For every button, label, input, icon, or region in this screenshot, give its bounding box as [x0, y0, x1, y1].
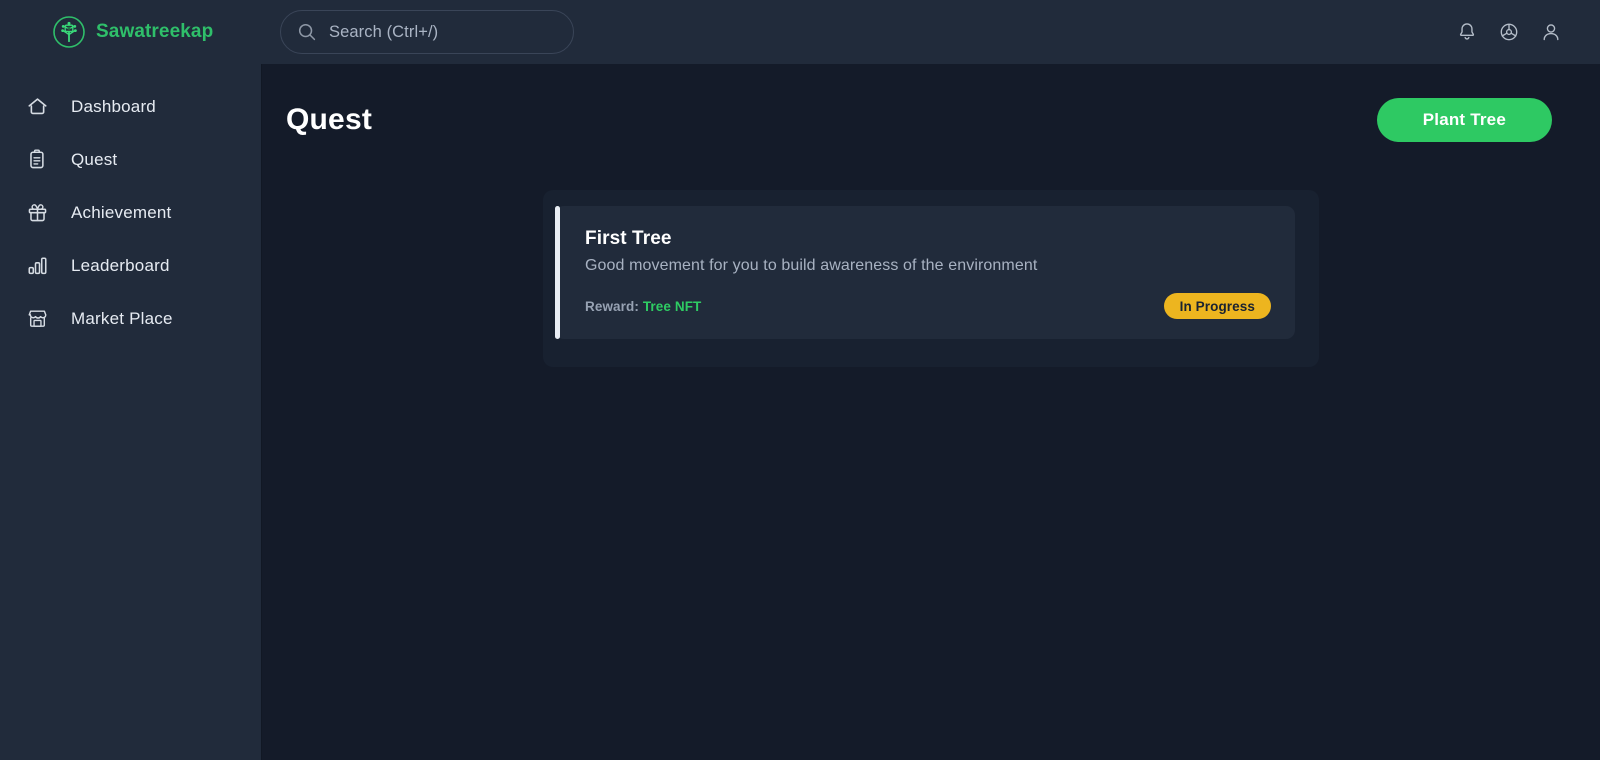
- plant-tree-button[interactable]: Plant Tree: [1376, 98, 1552, 142]
- search-input[interactable]: [329, 22, 557, 42]
- tree-circle-icon: [53, 16, 85, 48]
- sidebar-item-achievement[interactable]: Achievement: [0, 186, 261, 239]
- sidebar-item-label: Leaderboard: [71, 255, 170, 275]
- quest-list-container: First Tree Good movement for you to buil…: [543, 190, 1319, 367]
- sidebar-item-label: Quest: [71, 149, 118, 169]
- page-title: Quest: [286, 103, 373, 136]
- quest-reward-value: Tree NFT: [642, 298, 702, 314]
- sidebar-item-dashboard[interactable]: Dashboard: [0, 80, 261, 133]
- brand-name: Sawatreekap: [96, 21, 214, 42]
- topbar-actions: [1456, 21, 1600, 43]
- clipboard-icon: [30, 149, 44, 169]
- quest-description: Good movement for you to build awareness…: [585, 257, 1038, 274]
- main-content: Quest Plant Tree First Tree Good movemen…: [262, 64, 1600, 760]
- status-badge[interactable]: In Progress: [1163, 293, 1271, 319]
- gift-icon: [28, 204, 47, 222]
- brand-logo[interactable]: Sawatreekap: [0, 0, 262, 64]
- quest-list: First Tree Good movement for you to buil…: [262, 190, 1600, 367]
- search-icon: [298, 23, 316, 41]
- quest-card[interactable]: First Tree Good movement for you to buil…: [555, 206, 1295, 339]
- sidebar-item-label: Achievement: [71, 202, 172, 222]
- quest-reward-label: Reward:: [585, 298, 639, 314]
- sidebar: Dashboard Quest Achievement Leaderboard …: [0, 64, 262, 760]
- top-bar: Sawatreekap: [0, 0, 1600, 64]
- page-header: Quest Plant Tree: [262, 64, 1600, 142]
- home-icon: [28, 98, 47, 115]
- quest-reward: Reward: Tree NFT: [585, 299, 701, 314]
- user-icon[interactable]: [1540, 21, 1562, 43]
- sidebar-item-leaderboard[interactable]: Leaderboard: [0, 239, 261, 292]
- bell-icon[interactable]: [1456, 21, 1478, 43]
- app-root: Sawatreekap Search (Ctrl+/) Dashboard Qu…: [0, 0, 1600, 760]
- sidebar-item-label: Dashboard: [71, 96, 156, 116]
- quest-accent-bar: [555, 206, 560, 339]
- bar-chart-icon: [28, 257, 47, 275]
- quest-footer: Reward: Tree NFT In Progress: [585, 293, 1271, 319]
- store-icon: [28, 310, 47, 327]
- search-bar[interactable]: [280, 10, 574, 54]
- sidebar-item-market-place[interactable]: Market Place: [0, 292, 261, 345]
- sidebar-item-quest[interactable]: Quest: [0, 133, 261, 186]
- gear-icon[interactable]: [1498, 21, 1520, 43]
- sidebar-item-label: Market Place: [71, 308, 173, 328]
- quest-title: First Tree: [585, 228, 672, 249]
- body-row: Dashboard Quest Achievement Leaderboard …: [0, 64, 1600, 760]
